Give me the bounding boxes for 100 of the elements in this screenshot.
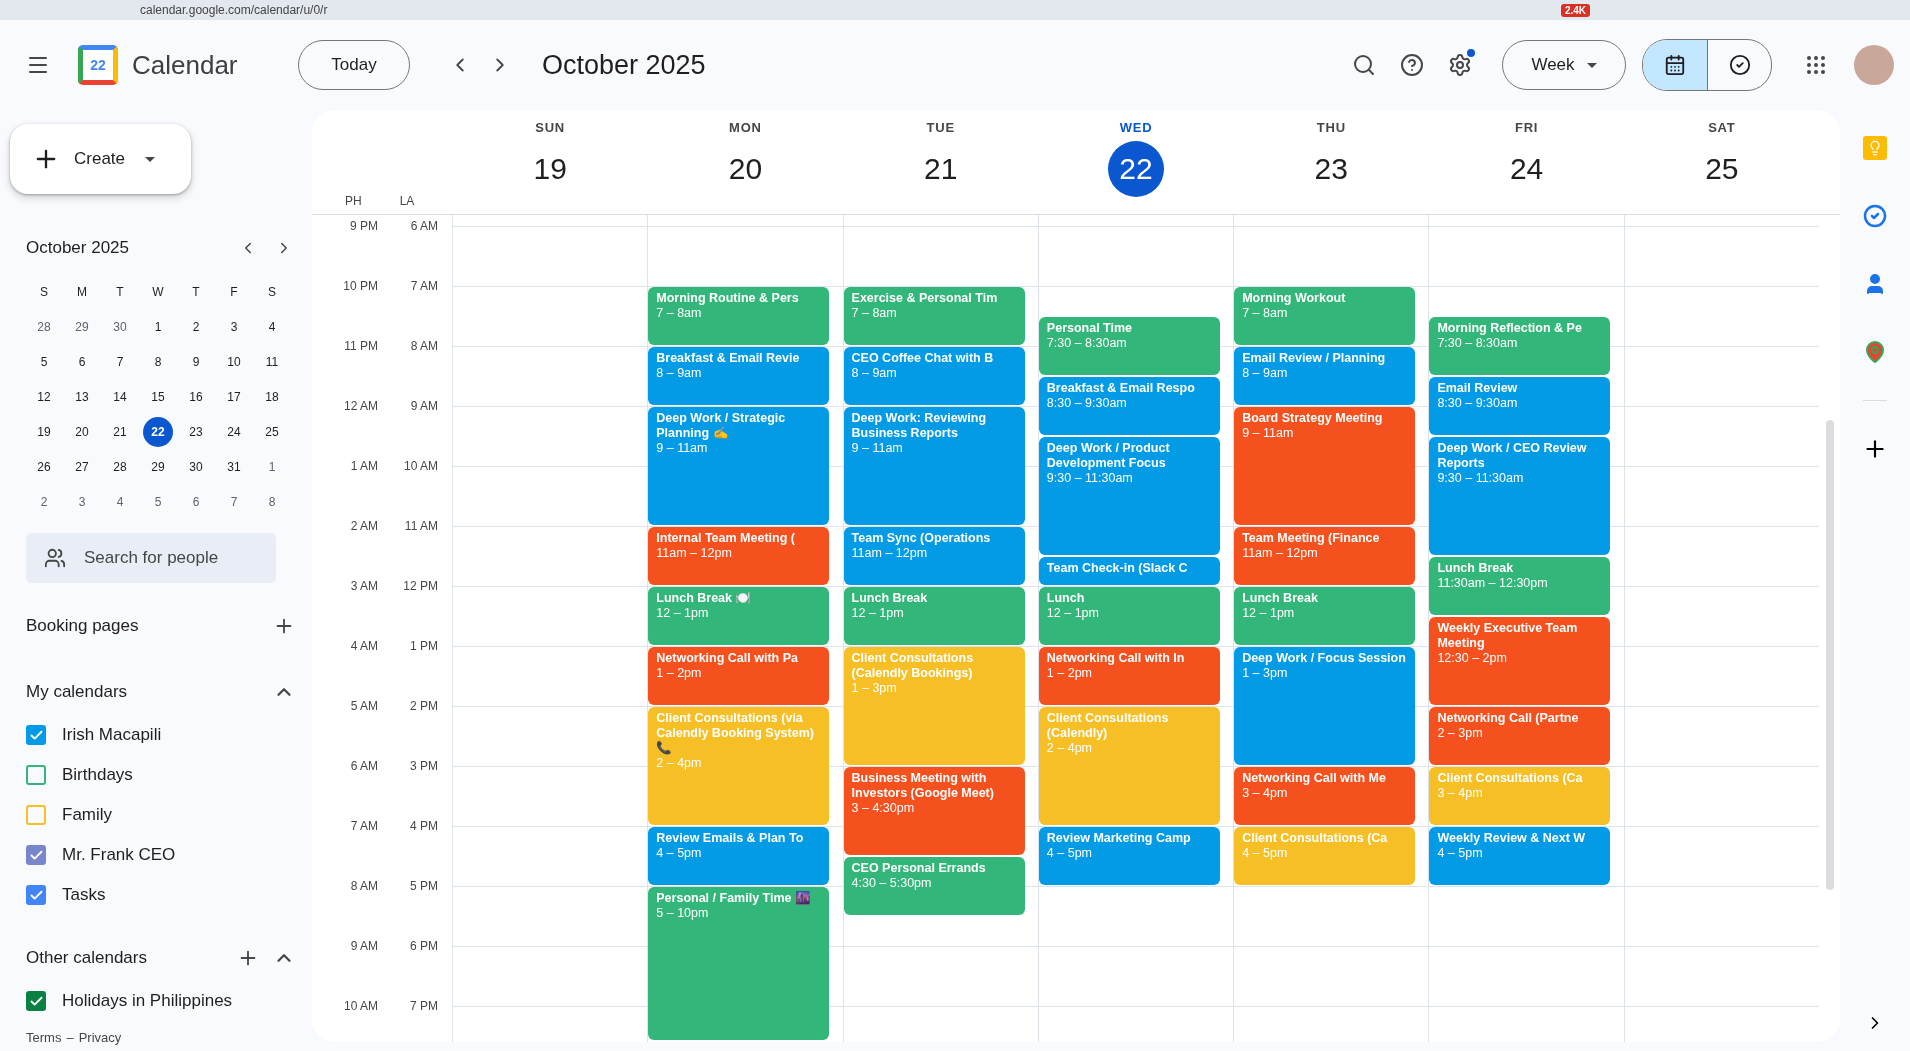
calendar-checkbox[interactable]	[26, 845, 46, 865]
mini-calendar-day[interactable]: 25	[257, 416, 287, 447]
mini-calendar-day[interactable]: 30	[105, 311, 135, 342]
event-time: 8 – 9am	[1242, 366, 1289, 381]
mini-calendar-day[interactable]: 1	[257, 451, 287, 482]
event-title: Team Sync (Operations	[851, 531, 992, 546]
mini-calendar-day[interactable]: 7	[105, 346, 135, 377]
day-number[interactable]: 22	[1108, 141, 1164, 197]
mini-calendar-day[interactable]: 5	[29, 346, 59, 377]
today-button[interactable]: Today	[298, 40, 410, 90]
mini-calendar-day[interactable]: 31	[219, 451, 249, 482]
calendar-event[interactable]: Networking Call with Me 3 – 4pm	[1234, 767, 1416, 825]
event-time: 11am – 12pm	[1242, 546, 1319, 561]
mini-calendar-day[interactable]: 21	[105, 416, 135, 447]
event-title: Breakfast & Email Revie	[656, 351, 801, 366]
mini-calendar-day[interactable]: 4	[257, 311, 287, 342]
calendar-event[interactable]: Client Consultations (via Calendly Booking System) 📞 2 – 4pm	[648, 707, 830, 825]
event-time: 1 – 2pm	[1046, 666, 1093, 681]
create-button[interactable]: Create	[10, 124, 191, 194]
event-time: 2 – 4pm	[1046, 741, 1093, 756]
day-number[interactable]: 19	[522, 141, 579, 197]
event-title: Networking Call (Partne	[1437, 711, 1580, 726]
calendar-event[interactable]: Networking Call with Pa 1 – 2pm	[648, 647, 830, 705]
event-title: Email Review / Planning	[1242, 351, 1387, 366]
event-title: CEO Coffee Chat with B	[851, 351, 995, 366]
mini-calendar-day[interactable]: 22	[143, 416, 173, 447]
mini-calendar-day[interactable]: 7	[219, 486, 249, 517]
mini-calendar-day[interactable]: 26	[29, 451, 59, 482]
mini-calendar-day[interactable]: 17	[219, 381, 249, 412]
calendar-event[interactable]: Team Meeting (Finance 11am – 12pm	[1234, 527, 1416, 585]
event-time: 12 – 1pm	[656, 606, 710, 621]
mini-calendar-day[interactable]: 24	[219, 416, 249, 447]
mini-calendar-day[interactable]: 4	[105, 486, 135, 517]
mini-calendar-day[interactable]: 11	[257, 346, 287, 377]
calendar-checkbox[interactable]	[26, 765, 46, 785]
mini-calendar-day[interactable]: 9	[181, 346, 211, 377]
mini-calendar-day[interactable]: 8	[143, 346, 173, 377]
people-search-field[interactable]: Search for people	[26, 533, 276, 583]
day-number[interactable]: 24	[1498, 141, 1555, 197]
mini-calendar-day[interactable]: 8	[257, 486, 287, 517]
day-number[interactable]: 20	[717, 141, 774, 197]
mini-calendar-day[interactable]: 30	[181, 451, 211, 482]
calendar-event[interactable]: Board Strategy Meeting 9 – 11am	[1234, 407, 1416, 525]
day-number[interactable]: 21	[912, 141, 969, 197]
mini-calendar-day[interactable]: 15	[143, 381, 173, 412]
mini-calendar-day[interactable]: 29	[143, 451, 173, 482]
mini-calendar-day[interactable]: 18	[257, 381, 287, 412]
mini-calendar-day[interactable]: 28	[29, 311, 59, 342]
mini-calendar-day[interactable]: 10	[219, 346, 249, 377]
hour-label: 7 PM	[409, 999, 438, 1015]
mini-calendar-day[interactable]: 2	[29, 486, 59, 517]
hour-label: 12 AM	[342, 399, 378, 415]
calendar-event[interactable]: Internal Team Meeting ( 11am – 12pm	[648, 527, 830, 585]
mini-calendar-day[interactable]: 23	[181, 416, 211, 447]
event-title: Lunch Break 🍽	[656, 591, 753, 606]
url-text[interactable]: calendar.google.com/calendar/u/0/r	[140, 3, 1541, 17]
event-title: Review Emails & Plan To	[656, 831, 805, 846]
calendar-event[interactable]: Business Meeting with Investors (Google Meet) 3 – 4:30pm	[843, 767, 1025, 855]
mini-calendar-day[interactable]: 28	[105, 451, 135, 482]
calendar-name: Tasks	[62, 885, 106, 905]
calendar-event[interactable]: Networking Call (Partne 2 – 3pm	[1429, 707, 1611, 765]
event-time: 4 – 5pm	[1437, 846, 1484, 861]
mini-calendar-day[interactable]: 1	[143, 311, 173, 342]
event-title: Morning Routine & Pers	[656, 291, 800, 306]
calendar-checkbox[interactable]	[26, 885, 46, 905]
day-number[interactable]: 25	[1693, 141, 1750, 197]
mini-calendar-day[interactable]: 13	[67, 381, 97, 412]
separator: –	[66, 1030, 74, 1045]
day-number[interactable]: 23	[1303, 141, 1360, 197]
mini-calendar-day[interactable]: 29	[67, 311, 97, 342]
mini-calendar-day[interactable]: 14	[105, 381, 135, 412]
mini-calendar-day[interactable]: 2	[181, 311, 211, 342]
mini-calendar-day[interactable]: 3	[67, 486, 97, 517]
mini-calendar-day[interactable]: 6	[181, 486, 211, 517]
scrollbar[interactable]	[1825, 420, 1834, 890]
view-dropdown[interactable]: Week	[1502, 40, 1626, 90]
event-title: Deep Work / Product Development Focus	[1046, 441, 1171, 471]
hour-label: 5 AM	[349, 699, 378, 715]
terms-link[interactable]: Terms	[26, 1030, 62, 1045]
weekday-label: M	[76, 283, 88, 301]
mini-calendar-day[interactable]: 6	[67, 346, 97, 377]
event-time: 8:30 – 9:30am	[1046, 396, 1128, 411]
calendar-checkbox[interactable]	[26, 805, 46, 825]
calendar-checkbox[interactable]	[26, 725, 46, 745]
view-toggle-button[interactable]	[1643, 40, 1707, 90]
mini-calendar-day[interactable]: 16	[181, 381, 211, 412]
hour-label: 11 PM	[343, 339, 378, 355]
event-time: 7 – 8am	[1242, 306, 1289, 321]
privacy-link[interactable]: Privacy	[78, 1030, 122, 1045]
mini-calendar-day[interactable]: 5	[143, 486, 173, 517]
mini-calendar-day[interactable]: 3	[219, 311, 249, 342]
mini-calendar-day[interactable]: 27	[67, 451, 97, 482]
mini-calendar-day[interactable]: 12	[29, 381, 59, 412]
calendar-event[interactable]: Weekly Executive Team Meeting 12:30 – 2pm	[1429, 617, 1611, 705]
hour-label: 9 AM	[349, 939, 378, 955]
mini-calendar-day[interactable]: 19	[29, 416, 59, 447]
calendar-checkbox[interactable]	[26, 991, 46, 1011]
calendar-event[interactable]: Networking Call with In 1 – 2pm	[1038, 647, 1220, 705]
mini-calendar-day[interactable]: 20	[67, 416, 97, 447]
hour-label: 5 PM	[409, 879, 438, 895]
